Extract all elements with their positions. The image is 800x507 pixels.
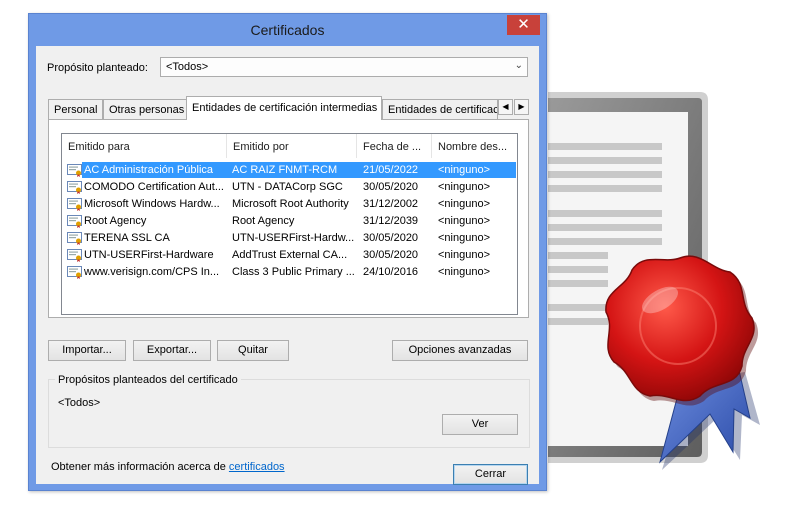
- issued-by: UTN - DATACorp SGC: [232, 181, 343, 193]
- triangle-right-icon: ▶: [518, 102, 525, 111]
- issued-to: www.verisign.com/CPS In...: [84, 266, 220, 278]
- issued-to: TERENA SSL CA: [84, 232, 170, 244]
- purpose-select-value: <Todos>: [166, 61, 209, 73]
- issued-by: AC RAIZ FNMT-RCM: [232, 164, 338, 176]
- chevron-down-icon: ⌄: [514, 60, 523, 71]
- title-bar[interactable]: Certificados ✕: [29, 14, 546, 47]
- certificate-icon: [67, 266, 82, 279]
- certificate-list[interactable]: Emitido para Emitido por Fecha de ... No…: [61, 133, 518, 315]
- certificate-purposes-value: <Todos>: [58, 397, 101, 409]
- purpose-label: Propósito planteado:: [47, 62, 148, 74]
- list-header: Emitido para Emitido por Fecha de ... No…: [62, 134, 517, 158]
- purpose-select[interactable]: <Todos> ⌄: [160, 57, 528, 77]
- info-text: Obtener más información acerca de certif…: [51, 461, 285, 473]
- certificate-icon: [67, 164, 82, 177]
- certificate-purposes-label: Propósitos planteados del certificado: [55, 374, 241, 386]
- remove-button[interactable]: Quitar: [217, 340, 289, 361]
- issued-by: AddTrust External CA...: [232, 249, 348, 261]
- friendly-name: <ninguno>: [438, 249, 490, 261]
- import-button[interactable]: Importar...: [48, 340, 126, 361]
- info-prefix: Obtener más información acerca de: [51, 461, 229, 473]
- issued-by: UTN-USERFirst-Hardw...: [232, 232, 354, 244]
- column-header-friendly-name[interactable]: Nombre des...: [432, 134, 517, 158]
- expiration-date: 30/05/2020: [363, 232, 419, 244]
- friendly-name: <ninguno>: [438, 198, 490, 210]
- tab-scroll-left-button[interactable]: ◀: [498, 99, 513, 115]
- table-row[interactable]: Microsoft Windows Hardw... Microsoft Roo…: [62, 196, 517, 213]
- expiration-date: 21/05/2022: [363, 164, 419, 176]
- friendly-name: <ninguno>: [438, 215, 490, 227]
- column-header-date[interactable]: Fecha de ...: [357, 134, 432, 158]
- window-title: Certificados: [250, 22, 325, 38]
- issued-to: Microsoft Windows Hardw...: [84, 198, 220, 210]
- column-header-issued-by[interactable]: Emitido por: [227, 134, 357, 158]
- dialog-body: Propósito planteado: <Todos> ⌄ Personal …: [36, 46, 539, 485]
- certificate-icon: [67, 198, 82, 211]
- tab-personal[interactable]: Personal: [48, 99, 103, 119]
- expiration-date: 30/05/2020: [363, 181, 419, 193]
- table-row[interactable]: AC Administración Pública AC RAIZ FNMT-R…: [62, 162, 517, 179]
- certificate-icon: [67, 181, 82, 194]
- certificate-icon: [67, 249, 82, 262]
- advanced-options-button[interactable]: Opciones avanzadas: [392, 340, 528, 361]
- certificate-rows: AC Administración Pública AC RAIZ FNMT-R…: [62, 162, 517, 281]
- close-window-button[interactable]: ✕: [507, 15, 540, 35]
- table-row[interactable]: UTN-USERFirst-Hardware AddTrust External…: [62, 247, 517, 264]
- tab-other-people[interactable]: Otras personas: [103, 99, 188, 119]
- issued-to: Root Agency: [84, 215, 147, 227]
- issued-to: COMODO Certification Aut...: [84, 181, 224, 193]
- triangle-left-icon: ◀: [502, 102, 509, 111]
- tab-root-authorities[interactable]: Entidades de certificación: [382, 99, 498, 119]
- certificate-icon: [67, 232, 82, 245]
- column-header-issued-to[interactable]: Emitido para: [62, 134, 227, 158]
- view-button[interactable]: Ver: [442, 414, 518, 435]
- friendly-name: <ninguno>: [438, 164, 490, 176]
- certificates-dialog: Certificados ✕ Propósito planteado: <Tod…: [28, 13, 547, 491]
- close-icon: ✕: [517, 15, 530, 33]
- table-row[interactable]: Root Agency Root Agency 31/12/2039 <ning…: [62, 213, 517, 230]
- table-row[interactable]: www.verisign.com/CPS In... Class 3 Publi…: [62, 264, 517, 281]
- expiration-date: 30/05/2020: [363, 249, 419, 261]
- tab-panel: Emitido para Emitido por Fecha de ... No…: [48, 119, 529, 318]
- close-button[interactable]: Cerrar: [453, 464, 528, 485]
- tab-scroll-right-button[interactable]: ▶: [514, 99, 529, 115]
- tab-intermediate-authorities[interactable]: Entidades de certificación intermedias: [186, 96, 382, 120]
- issued-by: Root Agency: [232, 215, 295, 227]
- table-row[interactable]: COMODO Certification Aut... UTN - DATACo…: [62, 179, 517, 196]
- certificate-icon: [67, 215, 82, 228]
- issued-by: Microsoft Root Authority: [232, 198, 349, 210]
- issued-to: UTN-USERFirst-Hardware: [84, 249, 214, 261]
- friendly-name: <ninguno>: [438, 181, 490, 193]
- issued-by: Class 3 Public Primary ...: [232, 266, 354, 278]
- friendly-name: <ninguno>: [438, 266, 490, 278]
- expiration-date: 24/10/2016: [363, 266, 419, 278]
- expiration-date: 31/12/2039: [363, 215, 419, 227]
- certificates-link[interactable]: certificados: [229, 461, 285, 473]
- table-row[interactable]: TERENA SSL CA UTN-USERFirst-Hardw... 30/…: [62, 230, 517, 247]
- friendly-name: <ninguno>: [438, 232, 490, 244]
- expiration-date: 31/12/2002: [363, 198, 419, 210]
- export-button[interactable]: Exportar...: [133, 340, 211, 361]
- issued-to: AC Administración Pública: [84, 164, 214, 176]
